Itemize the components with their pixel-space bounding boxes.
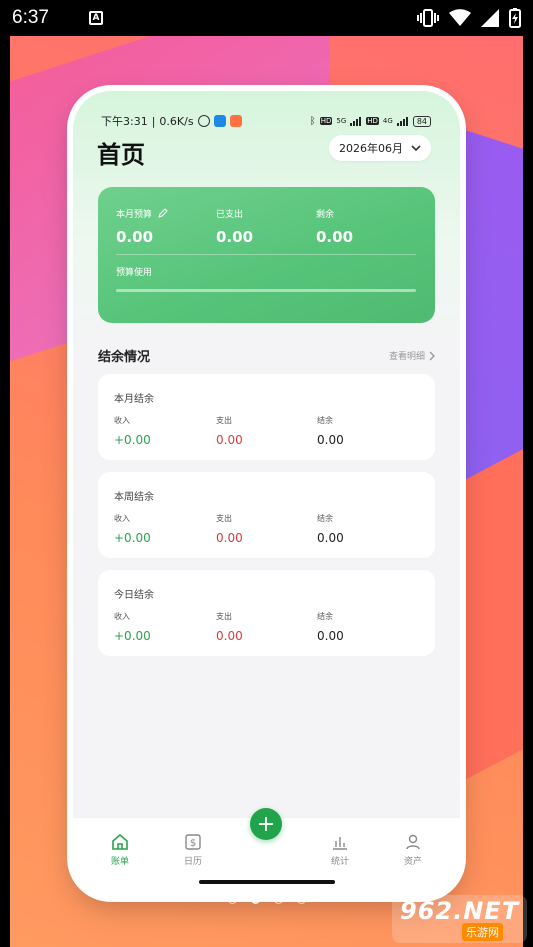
inner-time: 下午3:31 — [101, 115, 148, 128]
add-record-button[interactable]: + — [250, 808, 282, 840]
plus-icon: + — [256, 811, 276, 837]
balance-value: 0.00 — [317, 433, 344, 447]
month-selector[interactable]: 2026年06月 — [329, 135, 431, 161]
battery-charging-icon — [509, 8, 521, 28]
mute-icon — [197, 115, 210, 127]
monthly-budget[interactable]: 本月预算 0.00 — [116, 207, 168, 246]
hd-badge-2: HD — [366, 117, 379, 125]
divider — [116, 254, 416, 255]
spent-label: 已支出 — [216, 210, 244, 220]
home-indicator[interactable] — [199, 880, 335, 884]
balance-label: 结余 — [317, 514, 333, 523]
bar-chart-icon — [333, 837, 347, 850]
budget-usage-bar — [116, 289, 416, 292]
page-dots — [228, 895, 306, 904]
tab-assets-label: 资产 — [403, 857, 422, 867]
system-status-bar: 6:37 A — [0, 0, 533, 36]
month-label: 2026年06月 — [339, 142, 403, 155]
tab-calendar-label: 日历 — [183, 857, 202, 867]
expense-label: 支出 — [216, 416, 232, 425]
home-icon — [112, 833, 128, 850]
expense-label: 支出 — [216, 612, 232, 621]
budget-card: 本月预算 0.00 已支出 0.00 剩余 0.00 预算使用 — [98, 187, 435, 323]
tab-bills-label: 账单 — [110, 857, 129, 867]
svg-text:$: $ — [190, 838, 196, 849]
tab-stats-label: 统计 — [330, 857, 349, 867]
income-label: 收入 — [114, 416, 130, 425]
income-label: 收入 — [114, 514, 130, 523]
card-title: 今日结余 — [114, 590, 154, 601]
today-balance-card[interactable]: 今日结余 收入 +0.00 支出 0.00 结余 0.00 — [98, 570, 435, 656]
page-dot[interactable] — [274, 895, 283, 904]
page-dot[interactable] — [297, 895, 306, 904]
spent-value: 0.00 — [216, 228, 254, 246]
expense-value: 0.00 — [216, 629, 243, 643]
notification-a-icon: A — [88, 11, 103, 25]
tab-calendar[interactable]: $ 日历 — [168, 833, 218, 867]
view-detail-label: 查看明细 — [388, 352, 425, 362]
battery-level: 84 — [412, 115, 431, 127]
income-value: +0.00 — [114, 629, 151, 643]
income-value: +0.00 — [114, 433, 151, 447]
balance-section-header: 结余情况 查看明细 — [98, 346, 435, 365]
tab-assets[interactable]: 资产 — [388, 833, 438, 867]
spent: 已支出 0.00 — [216, 207, 253, 246]
inner-status-bar: 下午3:31 | 0.6K/s ᛒ HD 5G HD 4G 84 — [101, 113, 431, 129]
expense-value: 0.00 — [216, 531, 243, 545]
hd-badge: HD — [319, 117, 333, 125]
chevron-down-icon — [411, 144, 421, 151]
month-balance-card[interactable]: 本月结余 收入 +0.00 支出 0.00 结余 0.00 — [98, 374, 435, 460]
net-speed: 0.6K/s — [159, 114, 194, 128]
page-title: 首页 — [97, 141, 145, 169]
vibrate-icon — [417, 9, 439, 27]
signal-bars-icon — [350, 116, 362, 126]
edit-pencil-icon[interactable] — [157, 208, 168, 219]
system-indicators — [417, 8, 521, 28]
section-title: 结余情况 — [98, 350, 151, 365]
remaining: 剩余 0.00 — [316, 207, 353, 246]
chevron-right-icon — [429, 351, 435, 360]
monthly-budget-value: 0.00 — [116, 228, 154, 246]
expense-label: 支出 — [216, 514, 232, 523]
card-title: 本月结余 — [114, 394, 154, 405]
balance-value: 0.00 — [317, 629, 344, 643]
watermark-text: 962.NET — [400, 897, 520, 925]
signal-icon — [481, 9, 499, 27]
monthly-budget-label: 本月预算 — [116, 210, 153, 220]
budget-usage-label: 预算使用 — [116, 268, 153, 278]
card-title: 本周结余 — [114, 492, 154, 503]
remaining-value: 0.00 — [316, 228, 354, 246]
calendar-dollar-icon: $ — [185, 834, 201, 850]
income-value: +0.00 — [114, 531, 151, 545]
phone-mockup: 下午3:31 | 0.6K/s ᛒ HD 5G HD 4G 84 首页 2026… — [73, 91, 460, 896]
wifi-icon — [449, 9, 471, 26]
watermark-logo: 962.NET 乐游网 — [392, 895, 527, 943]
bottom-tab-bar: 账单 $ 日历 + 统计 资产 — [73, 808, 460, 896]
balance-value: 0.00 — [317, 531, 344, 545]
tab-stats[interactable]: 统计 — [315, 833, 365, 867]
net2-label: 4G — [382, 117, 393, 125]
balance-label: 结余 — [317, 416, 333, 425]
tab-bills[interactable]: 账单 — [95, 833, 145, 867]
watermark-subtext: 乐游网 — [462, 923, 503, 941]
page-dot[interactable] — [228, 895, 237, 904]
app-blue-icon — [213, 115, 226, 127]
income-label: 收入 — [114, 612, 130, 621]
week-balance-card[interactable]: 本周结余 收入 +0.00 支出 0.00 结余 0.00 — [98, 472, 435, 558]
net1-label: 5G — [336, 117, 347, 125]
signal-bars-icon-2 — [396, 116, 408, 126]
view-detail-link[interactable]: 查看明细 — [389, 349, 435, 362]
expense-value: 0.00 — [216, 433, 243, 447]
user-icon — [406, 834, 420, 850]
app-orange-icon — [229, 115, 242, 127]
balance-label: 结余 — [317, 612, 333, 621]
remaining-label: 剩余 — [316, 210, 335, 220]
page-dot-active[interactable] — [251, 895, 260, 904]
system-time: 6:37 — [12, 7, 49, 28]
bluetooth-icon: ᛒ — [309, 115, 316, 127]
